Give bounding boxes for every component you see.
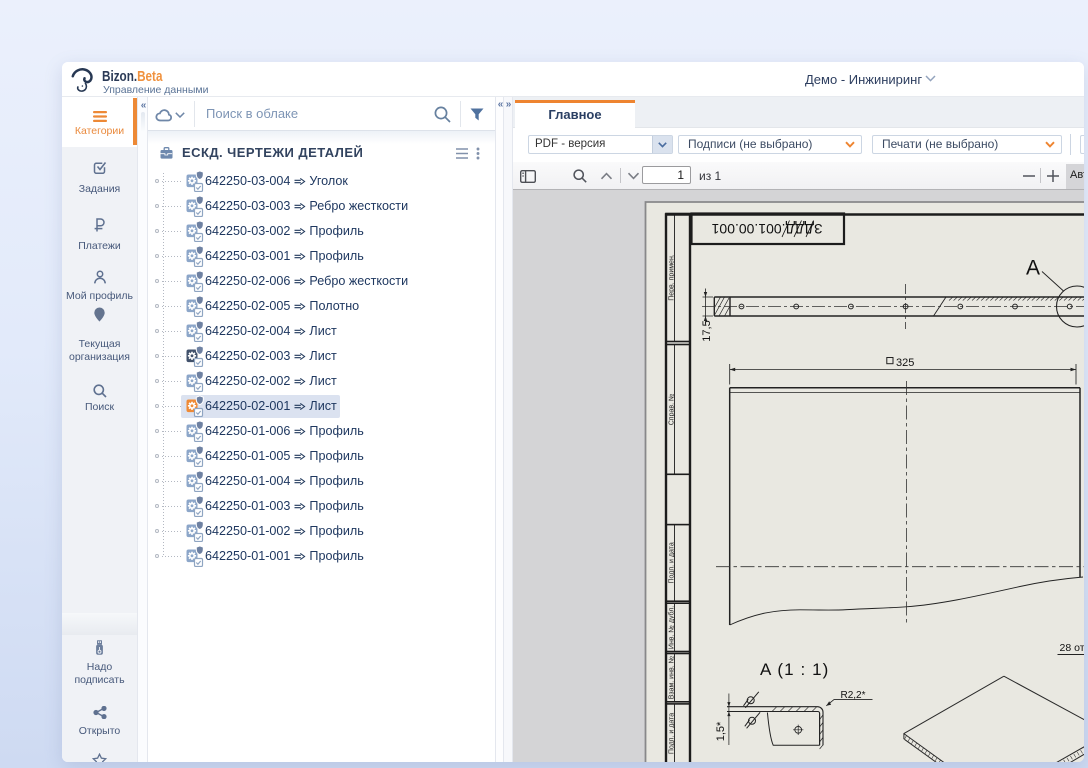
svg-text:Подп. и дата: Подп. и дата (668, 713, 675, 754)
svg-text:Инв. № дубл.: Инв. № дубл. (667, 606, 675, 649)
svg-text:17,5: 17,5 (701, 320, 713, 341)
svg-text:28 отв: 28 отв (1060, 642, 1085, 654)
svg-text:Взам. инв. №: Взам. инв. № (668, 656, 675, 699)
svg-text:Подп. и дата: Подп. и дата (668, 542, 675, 583)
svg-text:R2,2*: R2,2* (841, 690, 866, 701)
svg-text:Справ. №: Справ. № (668, 394, 675, 426)
svg-text:ЗДДД.001.00.001: ЗДДД.001.00.001 (711, 221, 822, 237)
svg-text:A (1 : 1): A (1 : 1) (760, 660, 829, 679)
svg-text:Перв. примен.: Перв. примен. (668, 254, 675, 301)
svg-text:A: A (1026, 257, 1040, 280)
svg-text:325: 325 (896, 357, 914, 369)
svg-text:1,5*: 1,5* (715, 721, 727, 741)
